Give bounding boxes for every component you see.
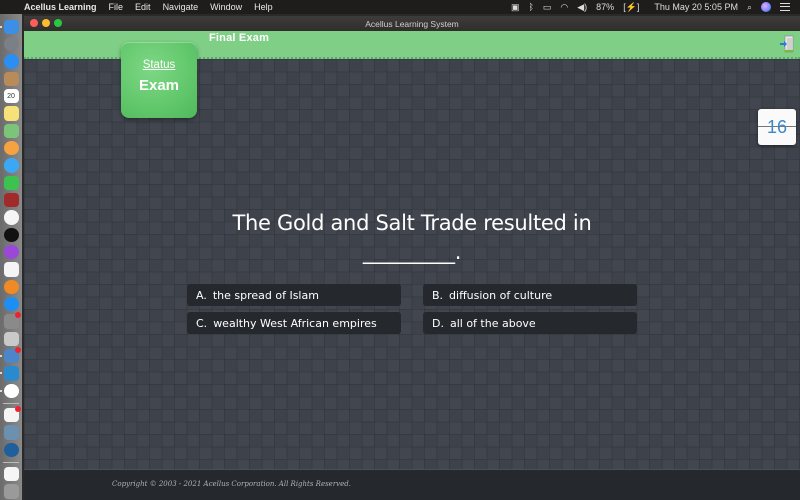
status-label: Status	[142, 59, 176, 71]
dock-blank-app-icon[interactable]	[3, 331, 19, 347]
page-title: Final Exam	[209, 32, 270, 44]
running-indicator	[0, 372, 2, 375]
question-blank: _________.	[362, 240, 462, 264]
running-indicator	[0, 389, 2, 392]
dock-trash-icon[interactable]	[3, 484, 19, 499]
control-center-icon[interactable]	[780, 3, 790, 11]
dock-reminders-icon[interactable]	[3, 406, 21, 423]
exit-door-icon[interactable]	[780, 35, 794, 53]
question-number-badge: 16	[758, 109, 796, 145]
menu-edit[interactable]: Edit	[135, 0, 151, 14]
search-icon[interactable]: ⌕	[747, 2, 752, 13]
dock-news-icon[interactable]	[3, 262, 19, 277]
siri-icon[interactable]	[761, 2, 771, 12]
running-indicator	[0, 25, 2, 28]
menu-bar: Acellus Learning File Edit Navigate Wind…	[0, 0, 800, 14]
dock-acellus-icon[interactable]	[0, 366, 19, 381]
running-indicator	[0, 355, 2, 358]
volume-icon[interactable]: ◀)	[577, 2, 587, 13]
bluetooth-icon[interactable]: ᛒ	[528, 2, 533, 12]
menu-navigate[interactable]: Navigate	[163, 0, 199, 14]
dock-photos-icon[interactable]	[3, 140, 19, 156]
dock-finder-icon[interactable]	[0, 19, 19, 34]
answer-option-c[interactable]: C. wealthy West African empires	[187, 312, 401, 334]
copyright-text: Copyright © 2003 - 2021 Acellus Corporat…	[112, 480, 351, 488]
dock-preview-icon[interactable]	[0, 347, 21, 364]
dock-launchpad-icon[interactable]	[3, 36, 19, 52]
dock-calendar-icon[interactable]: 20	[3, 88, 19, 104]
status-value: Exam	[138, 77, 180, 94]
airplay-icon[interactable]: ▭	[543, 2, 552, 13]
dock-photo-booth-icon[interactable]	[3, 192, 19, 208]
answer-option-d[interactable]: D. all of the above	[423, 312, 637, 334]
close-window-button[interactable]	[30, 19, 38, 27]
dock-podcasts-icon[interactable]	[3, 244, 19, 260]
footer: Copyright © 2003 - 2021 Acellus Corporat…	[24, 469, 800, 500]
notification-badge	[14, 347, 21, 354]
dock-safari-icon[interactable]	[3, 54, 19, 69]
menu-file[interactable]: File	[109, 0, 124, 14]
maximize-window-button[interactable]	[54, 19, 62, 27]
dock-system-preferences-icon[interactable]	[3, 312, 21, 329]
screen-record-icon[interactable]: ▣	[511, 2, 520, 13]
dock-quicktime-icon[interactable]	[3, 442, 19, 458]
datetime[interactable]: Thu May 20 5:05 PM	[654, 2, 738, 12]
dock-notes-icon[interactable]	[3, 106, 19, 121]
dock-chrome-icon[interactable]	[0, 383, 19, 399]
status-card: Status Exam	[121, 42, 197, 118]
answer-options: A. the spread of Islam B. diffusion of c…	[187, 284, 637, 334]
dock-books-icon[interactable]	[3, 279, 19, 294]
answer-option-a[interactable]: A. the spread of Islam	[187, 284, 401, 306]
dock-contacts-icon[interactable]	[3, 71, 19, 86]
window-titlebar: Acellus Learning System	[24, 16, 800, 31]
dock-separator	[3, 402, 19, 404]
question-prompt: The Gold and Salt Trade resulted in	[232, 211, 592, 235]
minimize-window-button[interactable]	[42, 19, 50, 27]
notification-badge	[14, 406, 21, 413]
exam-content-area: 16 The Gold and Salt Trade resulted in _…	[24, 59, 800, 469]
dock: 20	[0, 14, 22, 500]
window-title: Acellus Learning System	[365, 18, 459, 29]
dock-apple-tv-icon[interactable]	[3, 227, 19, 242]
notification-badge	[14, 312, 21, 319]
dock-image-capture-icon[interactable]	[3, 425, 19, 440]
app-window: Acellus Learning System Final Exam 16 Th…	[24, 16, 800, 500]
wifi-icon[interactable]: ◠	[560, 2, 568, 13]
dock-document-icon[interactable]	[3, 467, 19, 482]
menu-window[interactable]: Window	[210, 0, 242, 14]
dock-music-icon[interactable]	[3, 210, 19, 225]
dock-facetime-icon[interactable]	[3, 175, 19, 190]
menu-help[interactable]: Help	[254, 0, 273, 14]
battery-percent[interactable]: 87%	[596, 2, 614, 12]
dock-maps-icon[interactable]	[3, 123, 19, 138]
question-text: The Gold and Salt Trade resulted in ____…	[24, 209, 800, 267]
dock-separator	[3, 461, 19, 463]
battery-icon[interactable]: [⚡]	[623, 2, 639, 13]
answer-option-b[interactable]: B. diffusion of culture	[423, 284, 637, 306]
dock-messages-icon[interactable]	[3, 158, 19, 173]
menu-app-name[interactable]: Acellus Learning	[24, 0, 97, 14]
dock-app-store-icon[interactable]	[3, 297, 19, 312]
